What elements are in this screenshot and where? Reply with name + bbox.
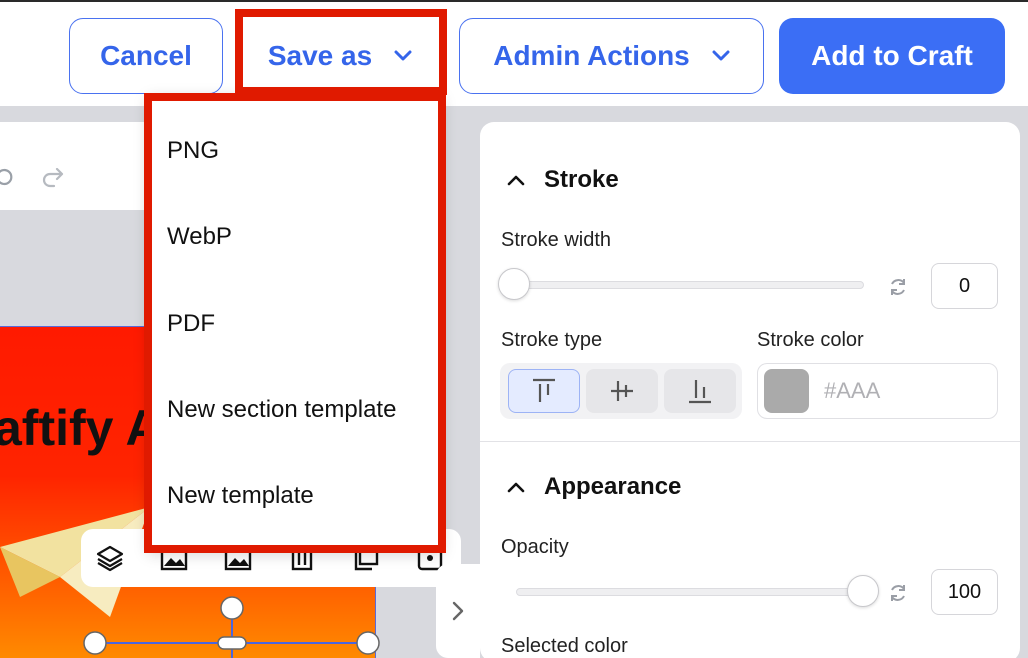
cancel-button[interactable]: Cancel: [69, 18, 223, 94]
stroke-width-slider-thumb[interactable]: [498, 268, 530, 300]
undo-icon[interactable]: [0, 166, 16, 188]
artboard-title-text[interactable]: aftify A: [0, 399, 162, 457]
admin-actions-button-label: Admin Actions: [493, 40, 690, 71]
stroke-type-selector: [500, 363, 742, 419]
menu-item-webp[interactable]: WebP: [167, 223, 232, 251]
stroke-width-label: Stroke width: [501, 229, 612, 251]
add-to-craft-button-label: Add to Craft: [811, 40, 973, 71]
align-center-icon: [611, 381, 633, 401]
reset-icon[interactable]: [887, 582, 909, 604]
panel-collapse-button[interactable]: [436, 564, 480, 658]
stroke-type-outside-button[interactable]: [664, 369, 736, 413]
stroke-width-slider[interactable]: [498, 268, 864, 300]
selected-color-label: Selected color: [501, 635, 628, 657]
chevron-up-icon: [507, 175, 525, 186]
stroke-color-swatch[interactable]: [764, 369, 809, 413]
appearance-section-header[interactable]: Appearance: [506, 473, 681, 501]
stroke-color-field[interactable]: #AAA: [757, 363, 998, 419]
opacity-slider-thumb[interactable]: [847, 575, 879, 607]
add-to-craft-button[interactable]: Add to Craft: [779, 18, 1005, 94]
save-as-menu: PNG WebP PDF New section template New te…: [148, 94, 442, 550]
stroke-section-title: Stroke: [544, 166, 619, 193]
menu-item-pdf[interactable]: PDF: [167, 310, 215, 338]
chevron-up-icon: [507, 482, 525, 493]
opacity-input[interactable]: 100: [931, 569, 998, 615]
opacity-label: Opacity: [501, 536, 569, 558]
stroke-type-center-button[interactable]: [586, 369, 658, 413]
appearance-section-title: Appearance: [544, 473, 682, 500]
redo-icon[interactable]: [40, 168, 66, 190]
chevron-down-icon: [712, 50, 730, 61]
history-bar: [0, 122, 148, 210]
stroke-section-header[interactable]: Stroke: [506, 166, 619, 194]
stroke-color-hex[interactable]: #AAA: [824, 378, 880, 404]
stroke-type-label: Stroke type: [501, 329, 603, 351]
properties-panel: Stroke Stroke width 0 Stroke type Stroke…: [480, 122, 1020, 658]
align-top-icon: [533, 378, 555, 402]
stroke-width-input[interactable]: 0: [931, 263, 998, 309]
save-as-button[interactable]: Save as: [244, 18, 436, 94]
admin-actions-button[interactable]: Admin Actions: [459, 18, 764, 94]
opacity-slider[interactable]: [516, 575, 879, 607]
stroke-type-inside-button[interactable]: [508, 369, 580, 413]
chevron-right-icon: [452, 601, 464, 621]
top-bar: Cancel Save as Admin Actions Add to Craf…: [0, 0, 1028, 106]
menu-item-png[interactable]: PNG: [167, 137, 219, 165]
reset-icon[interactable]: [887, 276, 909, 298]
section-divider: [480, 441, 1020, 442]
align-bottom-icon: [689, 380, 711, 404]
layers-icon[interactable]: [95, 543, 125, 573]
menu-item-new-section-template[interactable]: New section template: [167, 396, 396, 424]
stroke-color-label: Stroke color: [757, 329, 864, 351]
save-as-button-label: Save as: [267, 40, 373, 71]
chevron-down-icon: [394, 50, 412, 61]
menu-item-new-template[interactable]: New template: [167, 482, 314, 510]
cancel-button-label: Cancel: [100, 40, 192, 71]
